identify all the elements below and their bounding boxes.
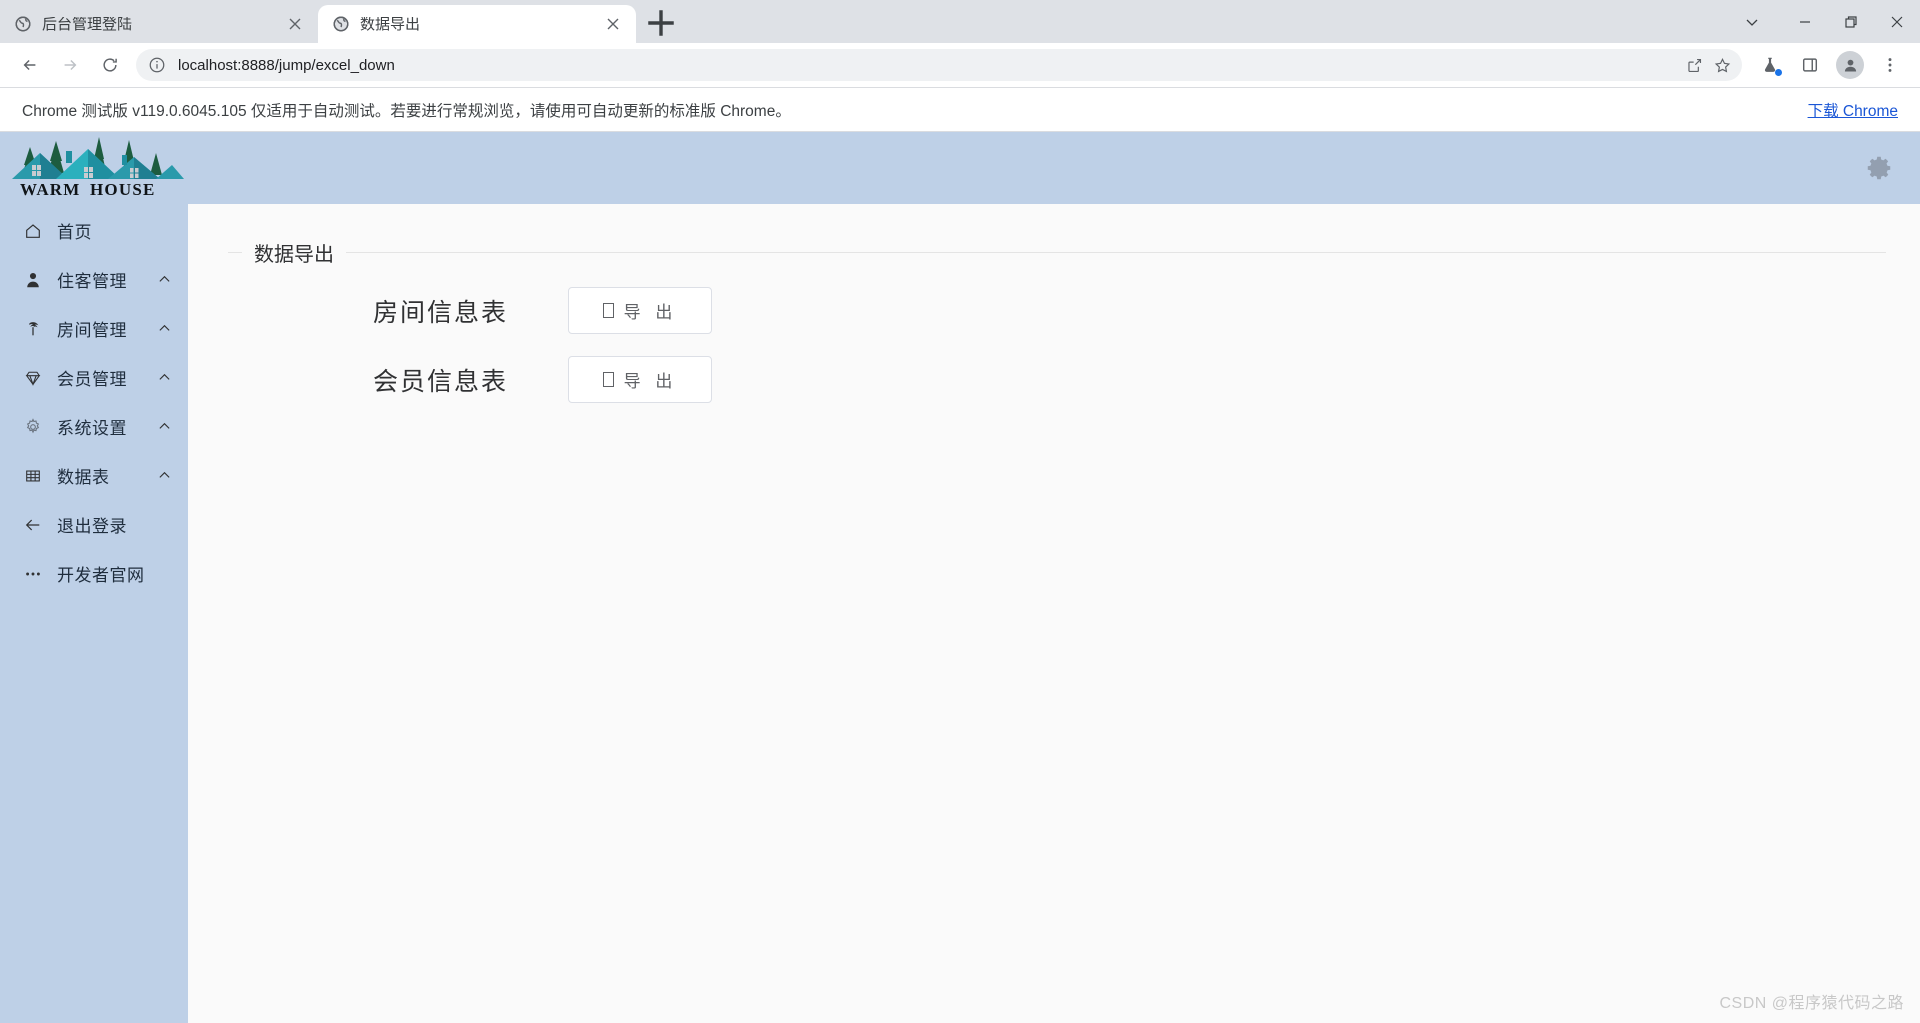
info-circle-icon[interactable] [148,56,166,74]
sidebar-menu: 首页 住客管理 房间管理 会员管理 系统设置 数据表 退出登录 开发者官网 [0,200,188,598]
export-row-room: 房间信息表 导 出 [228,287,1886,334]
gear-icon [22,417,44,436]
sidebar-item-label: 住客管理 [57,272,127,291]
restore-icon[interactable] [1828,0,1874,43]
app-sidebar: WARM HOUSE 首页 住客管理 房间管理 会员管理 系统设置 数据表 退出… [0,132,188,1023]
flask-icon[interactable] [1753,48,1787,82]
sidebar-item-label: 开发者官网 [57,566,145,585]
window-controls [1722,0,1920,43]
browser-window: 后台管理登陆 数据导出 localhost:8888/jump/excel_do… [0,0,1920,1023]
globe-icon [332,15,350,33]
download-chrome-link[interactable]: 下载 Chrome [1808,99,1898,121]
sidebar-item-label: 退出登录 [57,517,127,536]
warm-house-logo: WARM HOUSE [0,132,188,200]
logo-text-warm: WARM [20,180,81,199]
export-button-label: 导 出 [623,303,678,322]
share-icon[interactable] [1680,51,1708,79]
table-icon [22,467,44,485]
url-text: localhost:8888/jump/excel_down [178,57,395,73]
sidebar-item-data-table[interactable]: 数据表 [0,451,188,500]
user-icon [22,271,44,289]
ellipsis-icon [22,565,44,583]
home-icon [22,222,44,240]
sidebar-item-logout[interactable]: 退出登录 [0,500,188,549]
reload-icon[interactable] [93,48,127,82]
sidebar-item-label: 首页 [57,223,92,242]
chevron-up-icon[interactable] [156,469,172,482]
page-title: 数据导出 [254,244,334,266]
avatar[interactable] [1836,51,1864,79]
forward-arrow-icon[interactable] [53,48,87,82]
sidebar-item-member-management[interactable]: 会员管理 [0,353,188,402]
chevron-up-icon[interactable] [156,273,172,286]
sidebar-item-developer-site[interactable]: 开发者官网 [0,549,188,598]
sidebar-item-home[interactable]: 首页 [0,206,188,255]
three-dot-menu-icon[interactable] [1873,48,1907,82]
sidebar-item-system-settings[interactable]: 系统设置 [0,402,188,451]
tab-0[interactable]: 后台管理登陆 [0,5,318,43]
chevron-down-icon[interactable] [1722,0,1782,43]
globe-icon [14,15,32,33]
tab-1[interactable]: 数据导出 [318,5,636,43]
close-icon[interactable] [284,13,306,35]
sidebar-item-guest-management[interactable]: 住客管理 [0,255,188,304]
tab-strip: 后台管理登陆 数据导出 [0,0,1920,43]
logout-arrow-icon [22,516,44,534]
app-main-column: 数据导出 房间信息表 导 出 会员信息表 导 出 CSDN @程序猿代码之路 [188,132,1920,1023]
page-content: 数据导出 房间信息表 导 出 会员信息表 导 出 CSDN @程序猿代码之路 [188,204,1920,1023]
tree-icon [22,320,44,338]
tofu-box-glyph [602,303,614,318]
back-arrow-icon[interactable] [13,48,47,82]
sidebar-item-label: 数据表 [57,468,110,487]
tab-title: 后台管理登陆 [42,16,133,32]
chevron-up-icon[interactable] [156,420,172,433]
export-room-button[interactable]: 导 出 [568,287,712,334]
watermark: CSDN @程序猿代码之路 [1719,995,1904,1012]
export-row-label: 会员信息表 [372,368,508,396]
chevron-up-icon[interactable] [156,371,172,384]
chevron-up-icon[interactable] [156,322,172,335]
flask-badge-dot [1775,69,1782,76]
sidebar-item-label: 会员管理 [57,370,127,389]
app-topbar [188,132,1920,204]
close-icon[interactable] [602,13,624,35]
address-bar[interactable]: localhost:8888/jump/excel_down [136,49,1742,81]
logo-text-house: HOUSE [90,180,156,199]
sidebar-item-label: 房间管理 [57,321,127,340]
new-tab-button[interactable] [644,6,678,40]
side-panel-icon[interactable] [1793,48,1827,82]
tab-title: 数据导出 [360,16,421,32]
export-row-label: 房间信息表 [372,299,508,327]
export-member-button[interactable]: 导 出 [568,356,712,403]
gear-icon[interactable] [1864,153,1894,183]
infobar-message: Chrome 测试版 v119.0.6045.105 仅适用于自动测试。若要进行… [22,102,791,120]
data-export-panel: 数据导出 房间信息表 导 出 会员信息表 导 出 [228,238,1886,403]
diamond-icon [22,369,44,387]
chrome-beta-infobar: Chrome 测试版 v119.0.6045.105 仅适用于自动测试。若要进行… [0,87,1920,132]
sidebar-item-room-management[interactable]: 房间管理 [0,304,188,353]
star-icon[interactable] [1708,51,1736,79]
export-button-label: 导 出 [623,372,678,391]
sidebar-item-label: 系统设置 [57,419,127,438]
page-viewport: WARM HOUSE 首页 住客管理 房间管理 会员管理 系统设置 数据表 退出… [0,132,1920,1023]
export-row-member: 会员信息表 导 出 [228,356,1886,403]
close-icon[interactable] [1874,0,1920,43]
tofu-box-glyph [602,372,614,387]
browser-toolbar: localhost:8888/jump/excel_down [0,43,1920,87]
minimize-icon[interactable] [1782,0,1828,43]
